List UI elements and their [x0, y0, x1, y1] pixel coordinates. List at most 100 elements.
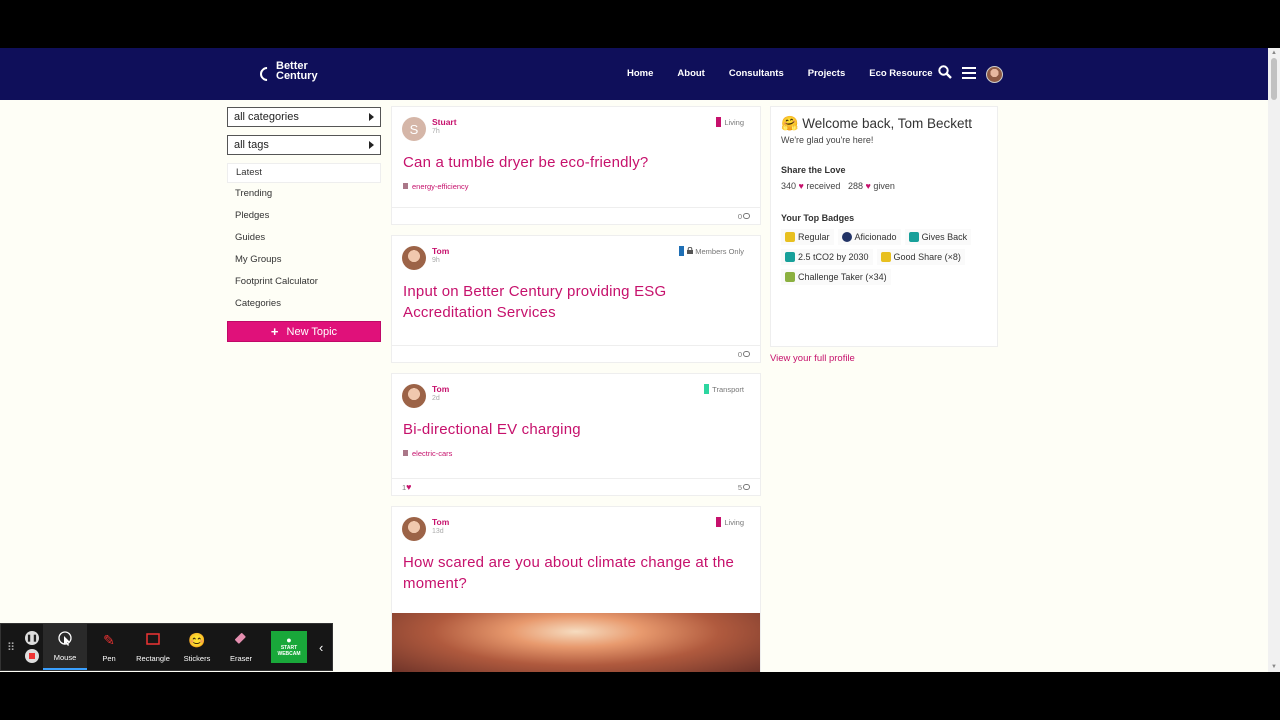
badge-challenge-taker[interactable]: Challenge Taker (×34)	[781, 269, 891, 285]
reply-count[interactable]: 5	[738, 483, 750, 492]
caret-right-icon	[369, 141, 374, 149]
category-badge[interactable]: Transport	[704, 384, 744, 394]
topic-card[interactable]: Tom 13d Living How scared are you about …	[391, 506, 761, 672]
author-name[interactable]: Tom	[432, 246, 449, 256]
tool-eraser[interactable]: Eraser	[219, 624, 263, 670]
scroll-up-arrow-icon[interactable]: ▲	[1271, 50, 1277, 56]
badge-icon	[880, 252, 891, 262]
topic-card[interactable]: Tom 2d Transport Bi-directional EV charg…	[391, 373, 761, 496]
category-label: Transport	[712, 384, 744, 394]
tags-dropdown[interactable]: all tags	[227, 135, 381, 155]
nav-consultants[interactable]: Consultants	[729, 68, 784, 79]
welcome-text: Welcome back, Tom Beckett	[802, 116, 973, 131]
nav-eco-resource[interactable]: Eco Resource	[869, 68, 932, 79]
caret-right-icon	[369, 113, 374, 121]
love-stats: 340 ♥ received 288 ♥ given	[781, 181, 987, 191]
topic-card[interactable]: S Stuart 7h Living Can a tumble dryer be…	[391, 106, 761, 225]
sidebar-item-categories[interactable]: Categories	[227, 293, 381, 315]
author-avatar[interactable]	[402, 517, 426, 541]
topic-title[interactable]: Can a tumble dryer be eco-friendly?	[392, 145, 760, 174]
post-age: 13d	[432, 528, 444, 535]
hugging-face-icon: 🤗	[781, 115, 799, 131]
sun-logo-icon	[257, 64, 277, 84]
author-avatar[interactable]	[402, 384, 426, 408]
badge-gives-back[interactable]: Gives Back	[904, 229, 972, 245]
search-icon[interactable]	[938, 65, 952, 84]
category-badge[interactable]: Living	[716, 117, 744, 127]
author-avatar[interactable]	[402, 246, 426, 270]
topic-tag[interactable]: energy-efficiency	[392, 174, 760, 191]
badge-regular[interactable]: Regular	[781, 229, 834, 245]
tool-stickers[interactable]: 😊 Stickers	[175, 624, 219, 670]
comment-bubble-icon	[743, 212, 750, 219]
topic-title[interactable]: How scared are you about climate change …	[392, 545, 760, 594]
sidebar-item-footprint-calculator[interactable]: Footprint Calculator	[227, 271, 381, 293]
author-name[interactable]: Tom	[432, 517, 449, 527]
scroll-thumb[interactable]	[1271, 58, 1277, 100]
new-topic-button[interactable]: + New Topic	[227, 321, 381, 342]
badge-label: Gives Back	[921, 232, 968, 242]
categories-dropdown[interactable]: all categories	[227, 107, 381, 127]
view-profile-link[interactable]: View your full profile	[770, 353, 855, 364]
topic-title[interactable]: Bi-directional EV charging	[392, 412, 760, 441]
author-name[interactable]: Tom	[432, 384, 449, 394]
tool-pen[interactable]: ✎ Pen	[87, 624, 131, 670]
cursor-icon	[58, 630, 72, 649]
reply-count[interactable]: 0	[738, 350, 750, 359]
scroll-down-arrow-icon[interactable]: ▼	[1271, 664, 1277, 670]
topic-card[interactable]: Tom 9h Members Only Input on Better Cent…	[391, 235, 761, 363]
stop-icon[interactable]	[25, 649, 39, 663]
like-count[interactable]: 1♥	[402, 482, 412, 492]
site-logo[interactable]: Better Century	[257, 61, 318, 84]
reply-count[interactable]: 0	[738, 212, 750, 221]
welcome-subtitle: We're glad you're here!	[781, 135, 874, 145]
plus-icon: +	[270, 324, 279, 339]
nav-home[interactable]: Home	[627, 68, 653, 79]
nav-about[interactable]: About	[677, 68, 704, 79]
given-count: 288	[847, 181, 863, 191]
author-name[interactable]: Stuart	[432, 117, 457, 127]
sidebar-item-trending[interactable]: Trending	[227, 183, 381, 205]
chevron-left-icon[interactable]: ‹	[319, 640, 323, 655]
category-badge[interactable]: Living	[716, 517, 744, 527]
badge-list: Regular Aficionado Gives Back 2.5 tCO2 b…	[781, 229, 991, 289]
heart-icon: ♥	[865, 181, 871, 191]
nav-projects[interactable]: Projects	[808, 68, 846, 79]
category-label: Members Only	[695, 246, 744, 256]
sidebar-item-guides[interactable]: Guides	[227, 227, 381, 249]
category-color-swatch	[716, 117, 722, 127]
topic-tag[interactable]: electric-cars	[392, 441, 760, 458]
drag-handle-icon[interactable]: ⠿	[1, 641, 21, 654]
topic-title[interactable]: Input on Better Century providing ESG Ac…	[392, 274, 760, 323]
badge-aficionado[interactable]: Aficionado	[837, 229, 901, 245]
tag-icon	[403, 450, 408, 456]
tool-rectangle[interactable]: Rectangle	[131, 624, 175, 670]
topic-hero-image[interactable]	[392, 613, 760, 672]
user-avatar[interactable]	[986, 66, 1003, 83]
heart-icon: ♥	[798, 181, 804, 191]
page-scrollbar[interactable]: ▲ ▼	[1268, 48, 1280, 672]
tool-label: Stickers	[183, 653, 211, 663]
sidebar-item-my-groups[interactable]: My Groups	[227, 249, 381, 271]
pause-icon[interactable]: ❚❚	[25, 631, 39, 645]
reply-count-value: 5	[737, 482, 742, 492]
webcam-icon: ●	[286, 635, 292, 645]
category-badge[interactable]: Members Only	[679, 246, 744, 256]
category-color-swatch	[716, 517, 722, 527]
card-footer: 0	[392, 345, 760, 362]
categories-dropdown-label: all categories	[234, 111, 299, 123]
badge-tco2[interactable]: 2.5 tCO2 by 2030	[781, 249, 873, 265]
badges-title: Your Top Badges	[781, 213, 855, 223]
tool-mouse[interactable]: Mouse	[43, 624, 87, 670]
badge-label: Regular	[798, 232, 830, 242]
sidebar-item-latest[interactable]: Latest	[227, 163, 381, 183]
comment-bubble-icon	[743, 483, 750, 490]
author-avatar[interactable]: S	[402, 117, 426, 141]
browser-viewport: Better Century Home About Consultants Pr…	[0, 48, 1280, 672]
sidebar-item-pledges[interactable]: Pledges	[227, 205, 381, 227]
eraser-icon	[234, 632, 248, 650]
main-nav: Home About Consultants Projects Eco Reso…	[627, 68, 957, 79]
hamburger-menu-icon[interactable]	[962, 66, 976, 84]
badge-good-share[interactable]: Good Share (×8)	[876, 249, 965, 265]
start-webcam-button[interactable]: ● START WEBCAM	[271, 631, 307, 663]
